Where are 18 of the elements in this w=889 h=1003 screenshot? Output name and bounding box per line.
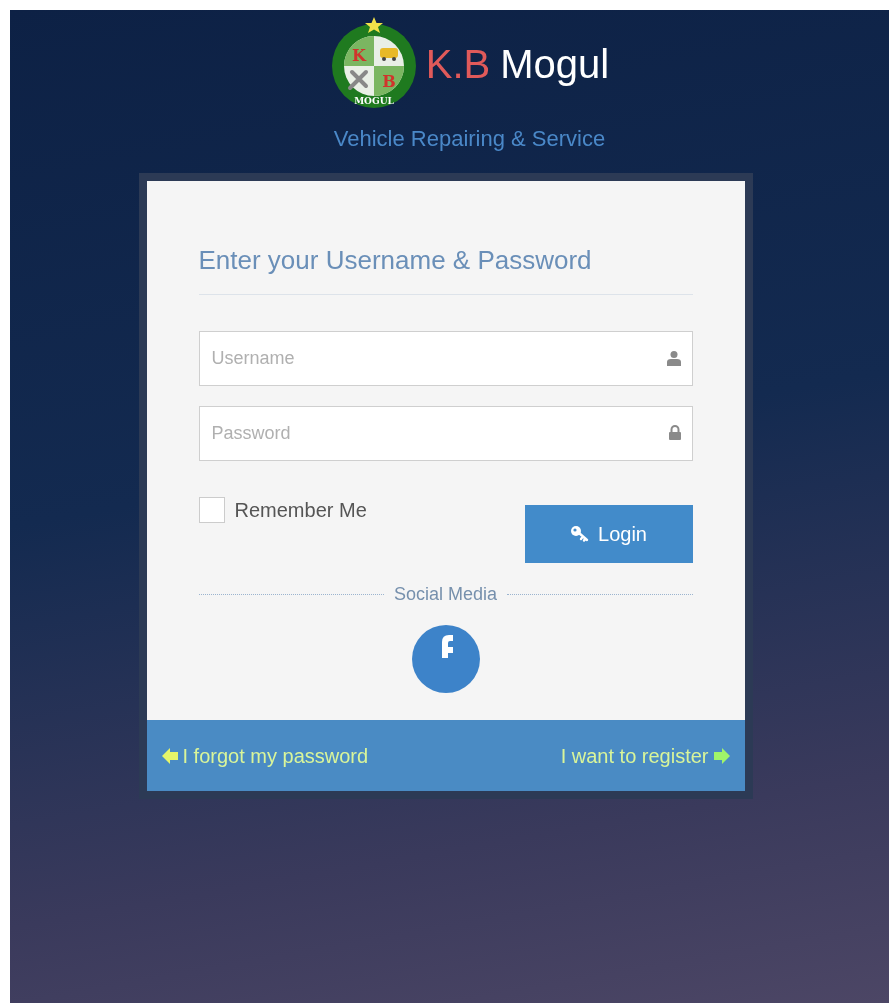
user-icon (666, 350, 681, 366)
login-button[interactable]: Login (524, 505, 693, 563)
brand-name: Mogul (500, 44, 610, 84)
input-field[interactable]: Username (198, 331, 693, 386)
key-icon (570, 525, 591, 543)
arrow-right-icon (712, 746, 731, 765)
register-link[interactable]: I want to register (560, 740, 731, 771)
brand-name: K.B (425, 44, 491, 84)
input-field[interactable]: Password (198, 406, 693, 461)
tagline: Vehicle Repairing & Service (333, 125, 606, 153)
social-heading: Social Media (393, 583, 498, 606)
remember-label: Remember Me (234, 498, 367, 523)
checkbox[interactable] (198, 497, 225, 523)
forgot-password-link[interactable]: I forgot my password (160, 740, 369, 771)
lock-icon (668, 425, 681, 440)
facebook-icon[interactable] (410, 622, 481, 694)
form-heading: Enter your Username & Password (198, 241, 693, 295)
arrow-left-icon (160, 746, 179, 765)
